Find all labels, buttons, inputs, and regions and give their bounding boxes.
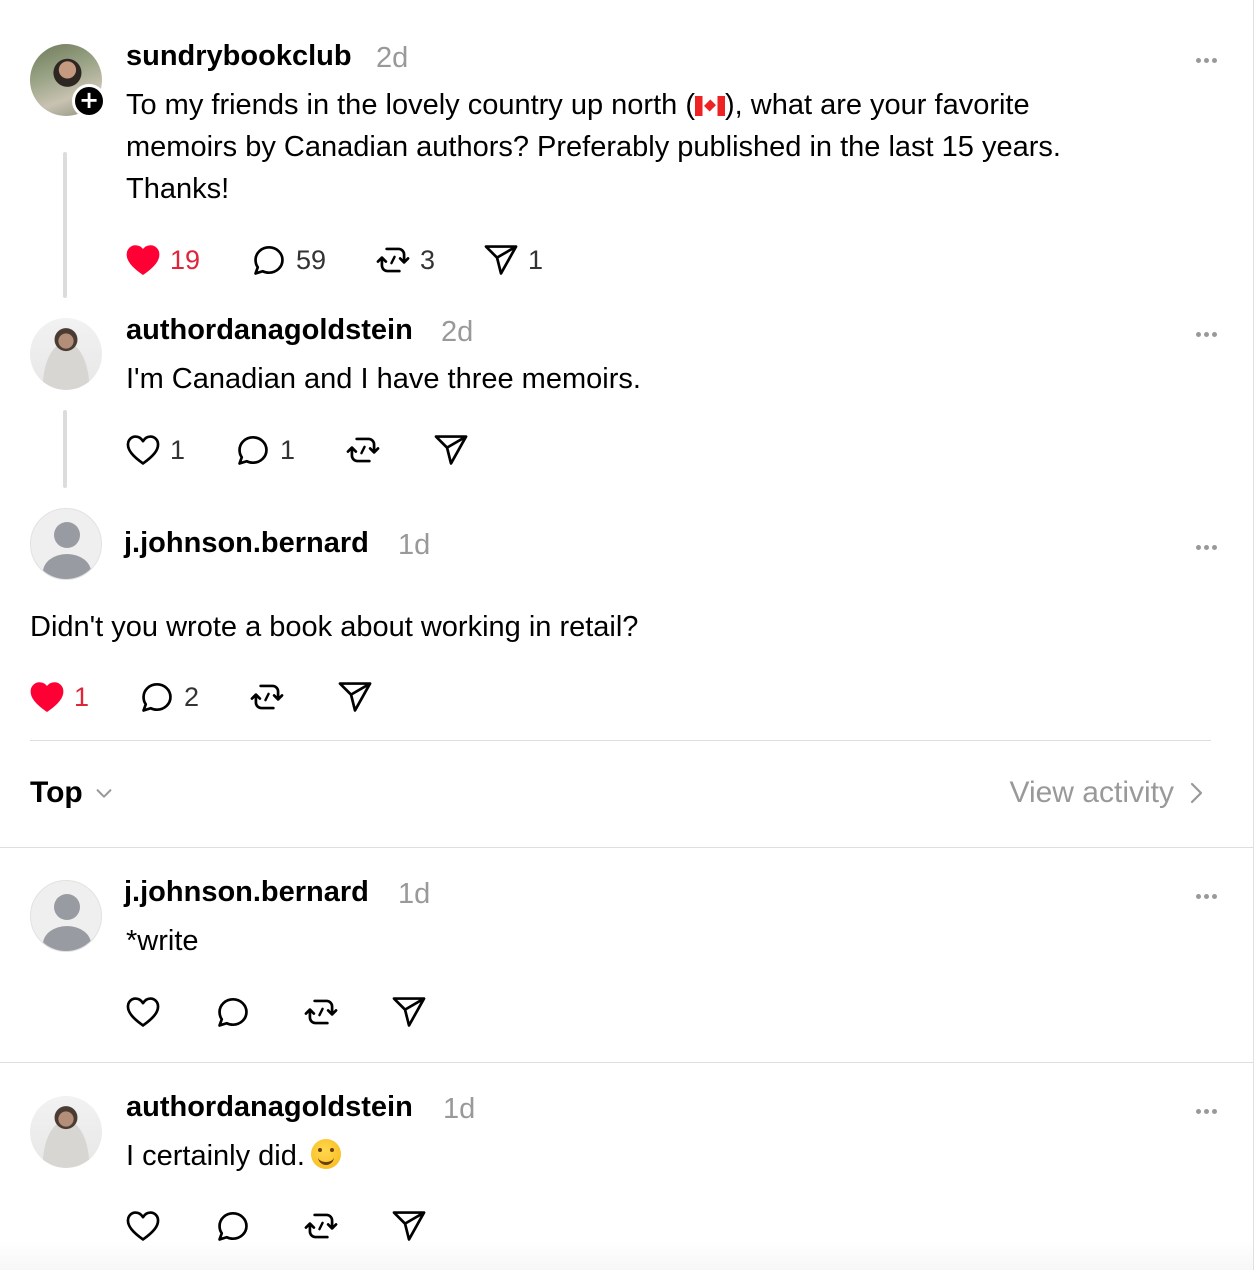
thread-line xyxy=(63,152,67,298)
post-text: Didn't you wrote a book about working in… xyxy=(30,611,639,643)
sort-label: Top xyxy=(30,776,83,809)
share-button[interactable] xyxy=(390,992,428,1032)
like-button[interactable]: 1 xyxy=(124,430,185,470)
repost-button[interactable] xyxy=(302,992,340,1032)
share-count: 1 xyxy=(528,244,544,275)
reply-button[interactable]: 2 xyxy=(138,677,199,717)
thread-line xyxy=(63,410,67,488)
reply-count: 1 xyxy=(280,434,296,465)
reply-icon xyxy=(214,993,252,1031)
heart-icon xyxy=(124,241,162,279)
comment-text: *write xyxy=(126,925,199,957)
reply-count: 59 xyxy=(296,244,327,275)
comment-username[interactable]: j.johnson.bernard xyxy=(124,876,369,909)
share-icon xyxy=(432,431,470,469)
post-username[interactable]: sundrybookclub xyxy=(126,40,352,73)
bottom-fade xyxy=(0,1240,1254,1270)
comment-time[interactable]: 1d xyxy=(443,1093,475,1126)
more-icon[interactable] xyxy=(1194,1097,1218,1120)
heart-icon xyxy=(28,678,66,716)
reply-button[interactable]: 59 xyxy=(250,240,326,280)
reply-icon xyxy=(234,431,272,469)
post-username[interactable]: authordanagoldstein xyxy=(126,314,413,347)
share-button[interactable] xyxy=(336,677,374,717)
like-button[interactable]: 1 xyxy=(28,677,89,717)
comment-username[interactable]: authordanagoldstein xyxy=(126,1091,413,1124)
canada-flag-icon xyxy=(694,96,725,116)
share-button[interactable]: 1 xyxy=(482,240,543,280)
post-text: I'm Canadian and I have three memoirs. xyxy=(126,363,641,395)
post-time[interactable]: 1d xyxy=(398,529,430,562)
more-icon[interactable] xyxy=(1194,882,1218,905)
post-text: To my friends in the lovely country up n… xyxy=(126,89,1061,205)
repost-count: 3 xyxy=(420,244,436,275)
plus-icon[interactable]: + xyxy=(72,84,106,118)
repost-icon xyxy=(344,431,382,469)
like-button[interactable] xyxy=(124,992,162,1032)
more-icon[interactable] xyxy=(1194,46,1218,69)
chevron-down-icon xyxy=(96,789,112,798)
avatar[interactable] xyxy=(30,318,102,390)
post-time[interactable]: 2d xyxy=(441,316,473,349)
reply-icon xyxy=(250,241,288,279)
avatar[interactable] xyxy=(30,508,102,580)
reply-button[interactable] xyxy=(214,992,252,1032)
post-time[interactable]: 2d xyxy=(376,42,408,75)
share-icon xyxy=(336,678,374,716)
more-icon[interactable] xyxy=(1194,320,1218,343)
reply-button[interactable]: 1 xyxy=(234,430,295,470)
heart-icon xyxy=(124,993,162,1031)
comment-time[interactable]: 1d xyxy=(398,878,430,911)
repost-icon xyxy=(302,993,340,1031)
sort-dropdown[interactable]: Top xyxy=(30,776,115,810)
chevron-right-icon xyxy=(1190,782,1203,804)
repost-button[interactable]: 3 xyxy=(374,240,435,280)
like-count: 1 xyxy=(170,434,186,465)
share-icon xyxy=(390,993,428,1031)
reply-icon xyxy=(138,678,176,716)
share-icon xyxy=(482,241,520,279)
repost-icon xyxy=(374,241,412,279)
repost-button[interactable] xyxy=(344,430,382,470)
repost-icon xyxy=(248,678,286,716)
repost-button[interactable] xyxy=(248,677,286,717)
view-activity-label: View activity xyxy=(1009,776,1174,809)
like-button[interactable]: 19 xyxy=(124,240,200,280)
post-username[interactable]: j.johnson.bernard xyxy=(124,527,369,560)
divider xyxy=(0,1062,1254,1063)
avatar[interactable] xyxy=(30,880,102,952)
comment-text: I certainly did. xyxy=(126,1135,341,1177)
heart-icon xyxy=(124,431,162,469)
like-count: 1 xyxy=(74,681,90,712)
reply-count: 2 xyxy=(184,681,200,712)
smile-emoji-icon xyxy=(310,1139,341,1169)
divider xyxy=(0,847,1254,848)
like-count: 19 xyxy=(170,244,201,275)
view-activity-link[interactable]: View activity xyxy=(1009,776,1206,810)
divider xyxy=(30,740,1211,741)
share-button[interactable] xyxy=(432,430,470,470)
avatar[interactable] xyxy=(30,1096,102,1168)
more-icon[interactable] xyxy=(1194,533,1218,556)
